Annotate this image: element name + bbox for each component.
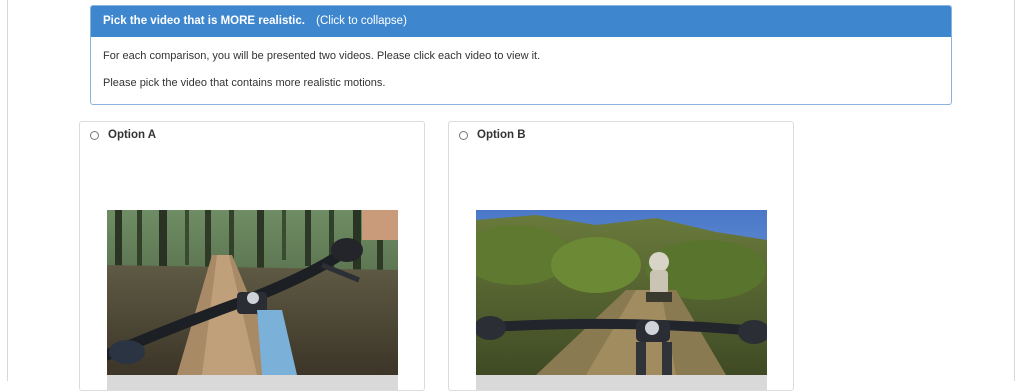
option-b-video[interactable] [476, 210, 767, 375]
instruction-line-1: For each comparison, you will be present… [103, 50, 541, 62]
instructions-body: For each comparison, you will be present… [91, 37, 951, 90]
instruction-line-2: Please pick the video that contains more… [103, 77, 386, 89]
instructions-title: Pick the video that is MORE realistic. [103, 15, 305, 27]
option-b-video-thumbnail [476, 210, 767, 375]
option-a-card[interactable]: Option A [79, 121, 425, 391]
option-b-card[interactable]: Option B [448, 121, 794, 391]
option-a-video-thumbnail [107, 210, 398, 375]
option-b-video-controls[interactable] [476, 375, 767, 390]
frame-left-border [7, 0, 8, 381]
instructions-panel-header[interactable]: Pick the video that is MORE realistic. (… [91, 6, 951, 37]
option-a-radio-label[interactable]: Option A [90, 129, 156, 141]
instructions-panel: Pick the video that is MORE realistic. (… [90, 5, 952, 105]
option-a-label: Option A [108, 129, 157, 141]
collapse-hint: (Click to collapse) [316, 15, 407, 27]
option-a-radio[interactable] [90, 130, 99, 140]
option-a-video[interactable] [107, 210, 398, 375]
frame-right-border [1014, 0, 1015, 381]
option-b-radio-label[interactable]: Option B [459, 129, 526, 141]
option-b-label: Option B [477, 129, 526, 141]
option-b-radio[interactable] [459, 130, 468, 140]
option-a-video-controls[interactable] [107, 375, 398, 390]
